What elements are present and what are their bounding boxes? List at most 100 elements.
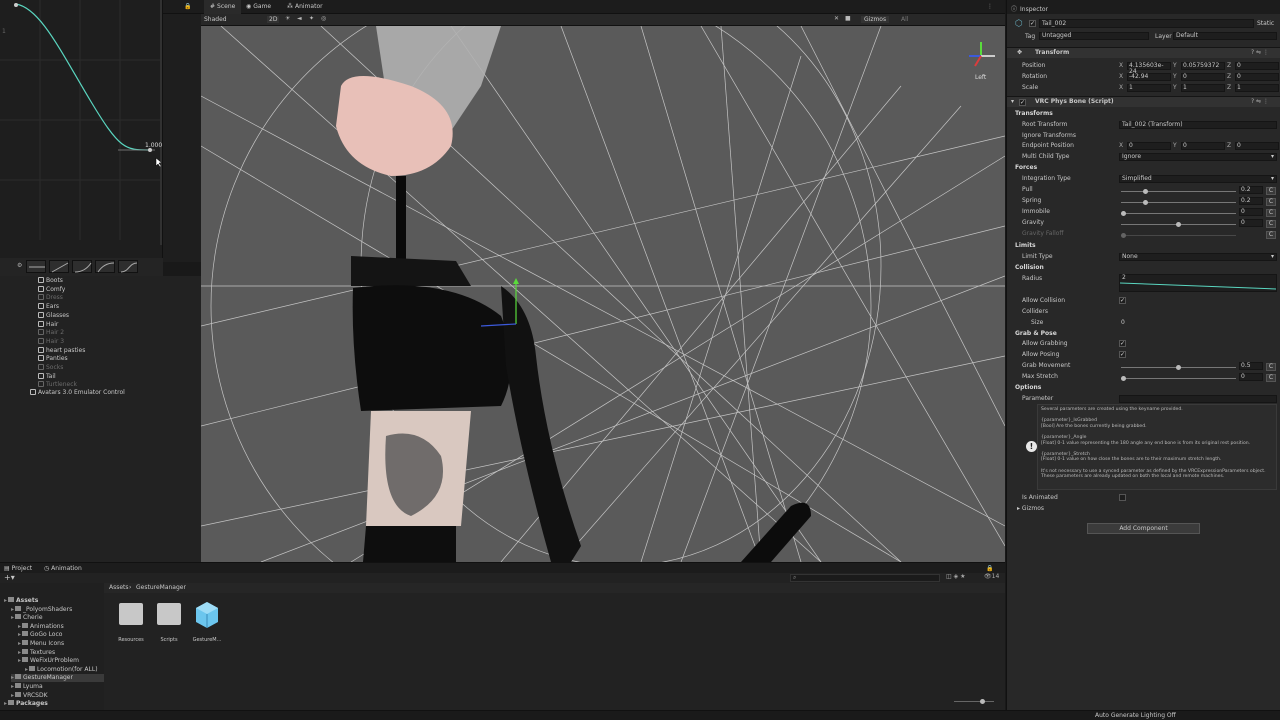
root-transform-field[interactable]: Tail_002 (Transform) [1119, 121, 1277, 129]
lighting-toggle-icon[interactable]: ☀ [285, 15, 290, 22]
hierarchy-item[interactable]: Comfy [38, 285, 65, 294]
pull-value-field[interactable]: 0.2 [1239, 186, 1263, 194]
slider-knob[interactable] [1143, 200, 1148, 205]
mode-2d-toggle[interactable]: 2D [267, 16, 280, 23]
hierarchy-item[interactable]: heart pasties [38, 346, 85, 355]
allow-collision-checkbox[interactable]: ✓ [1119, 297, 1126, 304]
project-tree-item[interactable]: ▸ GoGo Loco [18, 631, 62, 639]
gizmos-dropdown[interactable]: Gizmos [861, 16, 890, 23]
expand-arrow-icon[interactable]: ▸ [18, 640, 21, 647]
hierarchy-item-emulator[interactable]: Avatars 3.0 Emulator Control [30, 388, 125, 397]
expand-arrow-icon[interactable]: ▸ [4, 597, 7, 604]
integration-dropdown[interactable]: Simplified ▾ [1119, 175, 1277, 183]
multichild-dropdown[interactable]: Ignore ▾ [1119, 153, 1277, 161]
asset-item[interactable]: Resources [114, 601, 148, 645]
gravity-value-field[interactable]: 0 [1239, 219, 1263, 227]
static-checkbox[interactable]: Static [1257, 20, 1274, 27]
grab-movement-curve-button[interactable]: C [1266, 363, 1276, 371]
foldout-icon[interactable]: ▾ [1011, 98, 1014, 105]
hierarchy-item[interactable]: Ears [38, 302, 59, 311]
max-stretch-slider[interactable] [1121, 376, 1236, 381]
preset-linear-button[interactable] [49, 260, 69, 273]
slider-knob[interactable] [1121, 211, 1126, 216]
gear-icon[interactable]: ⚙ [17, 262, 22, 269]
immobile-value-field[interactable]: 0 [1239, 208, 1263, 216]
expand-arrow-icon[interactable]: ▸ [11, 674, 14, 681]
transform-position-y-field[interactable]: 0.05759372 [1181, 62, 1225, 70]
tab-project[interactable]: ▤ Project [4, 565, 32, 572]
layer-dropdown[interactable]: Default [1173, 32, 1277, 40]
expand-arrow-icon[interactable]: ▸ [11, 692, 14, 699]
hierarchy-item[interactable]: Hair [38, 320, 58, 329]
project-search-input[interactable]: ⌕ [790, 574, 940, 582]
breadcrumb-assets[interactable]: Assets [109, 584, 129, 591]
pull-slider[interactable] [1121, 189, 1236, 194]
expand-arrow-icon[interactable]: ▸ [18, 623, 21, 630]
project-tree-item[interactable]: ▸ Lyuma [11, 683, 43, 691]
create-button[interactable]: +▾ [4, 573, 15, 582]
orientation-gizmo[interactable]: Left [961, 36, 1001, 81]
radius-curve-field[interactable]: 2 [1119, 274, 1277, 292]
slider-knob[interactable] [1121, 233, 1126, 238]
asset-item[interactable]: Scripts [152, 601, 186, 645]
effects-toggle-icon[interactable]: ✦ [309, 15, 314, 22]
tools-icon[interactable]: ✕ [834, 15, 839, 22]
object-name-field[interactable]: Tail_002 [1039, 19, 1254, 28]
tab-scene[interactable]: # Scene [204, 0, 242, 14]
preset-easein-button[interactable] [72, 260, 92, 273]
project-tree-item[interactable]: ▸ Cherie [11, 614, 43, 622]
curve-editor[interactable]: 1.000 1 2 [0, 0, 168, 260]
immobile-slider[interactable] [1121, 211, 1236, 216]
tag-dropdown[interactable]: Untagged [1039, 32, 1149, 40]
expand-arrow-icon[interactable]: ▸ [11, 614, 14, 621]
shading-dropdown[interactable]: Shaded [204, 16, 227, 23]
hierarchy-item[interactable]: Tail [38, 372, 56, 381]
slider-knob[interactable] [1121, 376, 1126, 381]
hidden-toggle-icon[interactable]: ◎ [321, 15, 326, 22]
immobile-curve-button[interactable]: C [1266, 209, 1276, 217]
tab-animator[interactable]: ⁂ Animator [281, 0, 329, 14]
spring-value-field[interactable]: 0.2 [1239, 197, 1263, 205]
hierarchy-item[interactable]: Socks [38, 363, 63, 372]
hierarchy-item[interactable]: Glasses [38, 311, 69, 320]
kebab-menu-icon[interactable]: ⋮ [987, 3, 993, 10]
spring-curve-button[interactable]: C [1266, 198, 1276, 206]
endpoint-y-field[interactable]: 0 [1181, 142, 1225, 150]
hierarchy-item[interactable]: Hair 2 [38, 328, 64, 337]
scene-viewport[interactable]: Left [201, 26, 1005, 562]
project-tree-item[interactable]: ▸ Animations [18, 622, 64, 631]
hierarchy-item[interactable]: Hair 3 [38, 337, 64, 346]
tab-inspector[interactable]: ⓘ Inspector [1011, 4, 1048, 13]
hierarchy-item[interactable]: Panties [38, 354, 68, 363]
expand-arrow-icon[interactable]: ▸ [25, 666, 28, 673]
transform-header[interactable]: ✥ Transform ? ⇋ ⋮ [1007, 47, 1280, 58]
project-tree-item[interactable]: ▸ WeFixUrProblem [18, 657, 79, 665]
expand-arrow-icon[interactable]: ▸ [18, 657, 21, 664]
slider-knob[interactable] [1176, 365, 1181, 370]
project-tree-item[interactable]: ▸ Assets [4, 597, 38, 605]
camera-icon[interactable]: ■ [845, 15, 851, 22]
pull-curve-button[interactable]: C [1266, 187, 1276, 195]
is-animated-checkbox[interactable] [1119, 494, 1126, 501]
gravity-slider[interactable] [1121, 222, 1236, 227]
add-component-button[interactable]: Add Component [1087, 523, 1200, 534]
project-tree-item[interactable]: ▸ Packages [4, 700, 48, 708]
slider-knob[interactable] [1143, 189, 1148, 194]
transform-rotation-z-field[interactable]: 0 [1235, 73, 1279, 81]
component-menu-icon[interactable]: ? ⇋ ⋮ [1251, 49, 1269, 56]
preset-easeout-button[interactable] [95, 260, 115, 273]
hierarchy-item[interactable]: Boots [38, 276, 63, 285]
expand-arrow-icon[interactable]: ▸ [4, 700, 7, 707]
physbone-enabled-checkbox[interactable]: ✓ [1019, 99, 1026, 106]
gravity-curve-button[interactable]: C [1266, 220, 1276, 228]
expand-arrow-icon[interactable]: ▸ [11, 683, 14, 690]
grab-movement-value-field[interactable]: 0.5 [1239, 362, 1263, 370]
lock-icon[interactable]: 🔒 [986, 565, 993, 572]
transform-position-x-field[interactable]: 4.135603e-24 [1127, 62, 1171, 75]
max-stretch-value-field[interactable]: 0 [1239, 373, 1263, 381]
project-tree-item[interactable]: ▸ _PolyomShaders [11, 605, 72, 614]
active-checkbox[interactable]: ✓ [1029, 20, 1036, 27]
transform-rotation-x-field[interactable]: -42.94 [1127, 73, 1171, 81]
gravity-falloff-slider[interactable] [1121, 233, 1236, 238]
slider-knob[interactable] [1176, 222, 1181, 227]
